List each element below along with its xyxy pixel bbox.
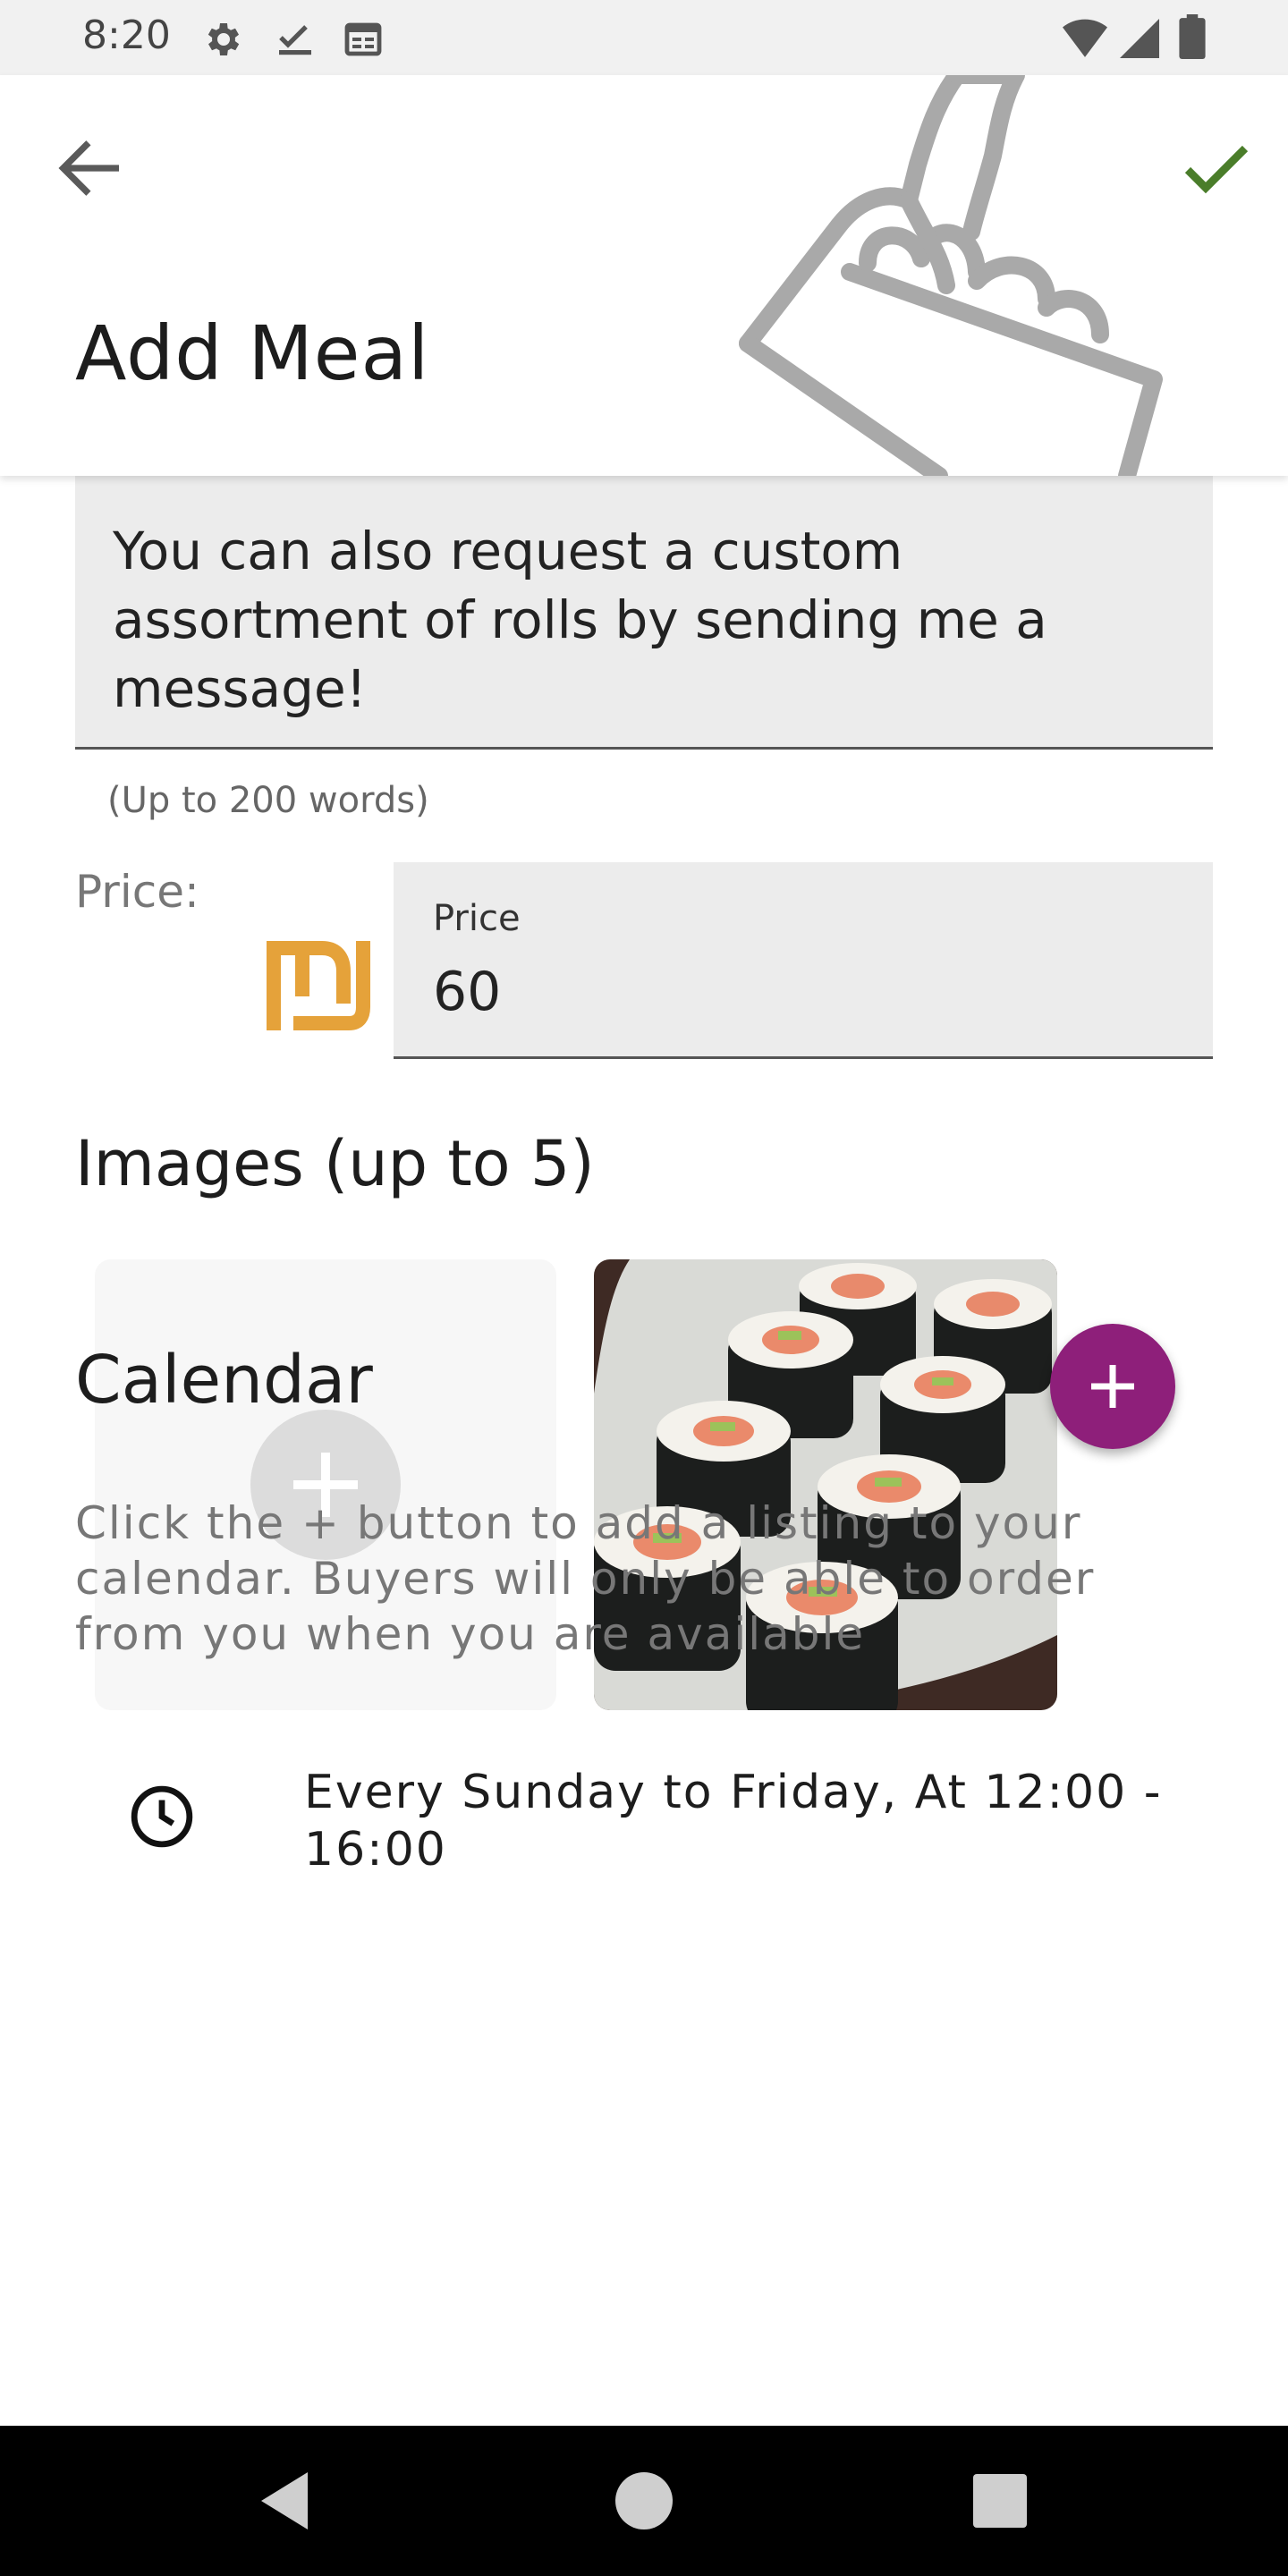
status-time: 8:20 xyxy=(82,13,171,58)
signal-icon xyxy=(1120,19,1159,58)
description-field[interactable]: You can also request a custom assortment… xyxy=(75,476,1213,750)
wifi-icon xyxy=(1063,19,1107,57)
battery-icon xyxy=(1179,14,1206,59)
page-title: Add Meal xyxy=(75,309,430,397)
calendar-help-text: Click the + button to add a listing to y… xyxy=(75,1497,1096,1660)
images-section-title: Images (up to 5) xyxy=(75,1127,595,1200)
status-bar: 8:20 xyxy=(0,0,1288,75)
check-download-icon xyxy=(279,25,311,55)
description-helper-text: (Up to 200 words) xyxy=(107,780,429,821)
app-bar: Add Meal xyxy=(0,75,1288,476)
settings-icon xyxy=(208,23,240,55)
meal-box-illustration xyxy=(739,75,1163,476)
save-check-icon[interactable] xyxy=(1174,125,1259,211)
description-value: You can also request a custom assortment… xyxy=(113,521,1047,719)
calendar-entry-text[interactable]: Every Sunday to Friday, At 12:00 - 16:00 xyxy=(304,1764,1216,1878)
price-label: Price: xyxy=(75,866,199,918)
back-triangle-icon[interactable] xyxy=(250,2465,322,2537)
home-circle-icon[interactable] xyxy=(608,2465,680,2537)
plus-icon xyxy=(1091,1365,1134,1408)
clock-icon xyxy=(131,1785,193,1848)
system-nav-bar xyxy=(0,2426,1288,2576)
calendar-icon xyxy=(344,22,382,56)
back-arrow-icon[interactable] xyxy=(50,129,129,208)
price-value: 60 xyxy=(433,961,502,1023)
price-input[interactable]: Price 60 xyxy=(394,862,1213,1059)
recents-square-icon[interactable] xyxy=(964,2465,1036,2537)
add-calendar-listing-button[interactable] xyxy=(1050,1324,1175,1449)
price-field-label: Price xyxy=(433,898,521,939)
shekel-icon xyxy=(267,941,370,1030)
calendar-section-title: Calendar xyxy=(75,1342,373,1419)
